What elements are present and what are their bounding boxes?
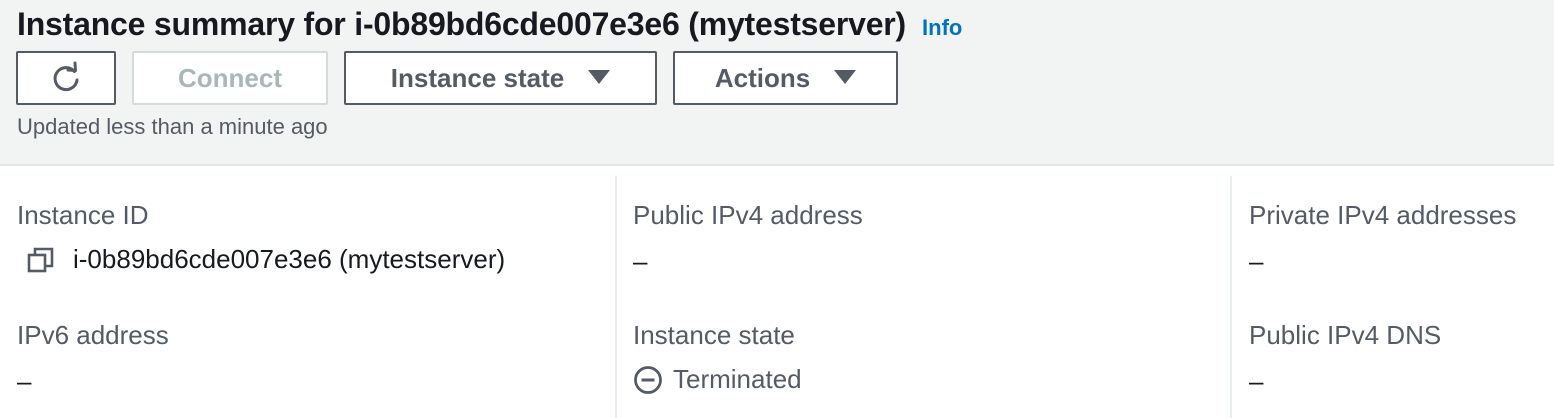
copy-icon[interactable] <box>27 246 55 274</box>
page-title: Instance summary for i-0b89bd6cde007e3e6… <box>17 6 907 42</box>
instance-id-label: Instance ID <box>17 200 149 230</box>
actions-dropdown[interactable]: Actions <box>673 51 898 105</box>
connect-label: Connect <box>178 62 282 93</box>
updated-timestamp: Updated less than a minute ago <box>17 114 328 139</box>
ipv6-value: – <box>17 366 31 397</box>
public-ipv4-label: Public IPv4 address <box>633 200 863 230</box>
instance-id-value: i-0b89bd6cde007e3e6 (mytestserver) <box>17 244 505 275</box>
public-ipv4-value: – <box>633 246 647 277</box>
title-row: Instance summary for i-0b89bd6cde007e3e6… <box>17 6 962 43</box>
terminated-icon <box>634 365 662 394</box>
instance-state-text: Terminated <box>673 364 802 394</box>
summary-header: Instance summary for i-0b89bd6cde007e3e6… <box>0 0 1554 166</box>
caret-down-icon <box>834 70 857 84</box>
column-divider <box>615 176 617 418</box>
private-ipv4-value: – <box>1249 246 1263 277</box>
private-ipv4-label: Private IPv4 addresses <box>1249 200 1517 230</box>
instance-id-text: i-0b89bd6cde007e3e6 (mytestserver) <box>73 244 506 274</box>
instance-state-field-label: Instance state <box>633 320 795 350</box>
public-dns-value: – <box>1249 366 1263 397</box>
refresh-button[interactable] <box>16 51 116 105</box>
instance-state-dropdown[interactable]: Instance state <box>344 51 657 105</box>
info-link[interactable]: Info <box>922 15 962 41</box>
public-dns-label: Public IPv4 DNS <box>1249 320 1442 350</box>
caret-down-icon <box>588 70 611 84</box>
refresh-icon <box>53 61 79 92</box>
public-dns-text: – <box>1249 366 1264 396</box>
ipv6-text: – <box>17 366 32 396</box>
connect-button[interactable]: Connect <box>132 51 328 105</box>
instance-state-label: Instance state <box>390 62 565 93</box>
public-ipv4-text: – <box>633 246 648 276</box>
ipv6-label: IPv6 address <box>17 320 169 350</box>
column-divider <box>1230 176 1232 418</box>
private-ipv4-text: – <box>1249 246 1264 276</box>
instance-state-value: Terminated <box>633 364 802 395</box>
actions-label: Actions <box>714 62 811 93</box>
